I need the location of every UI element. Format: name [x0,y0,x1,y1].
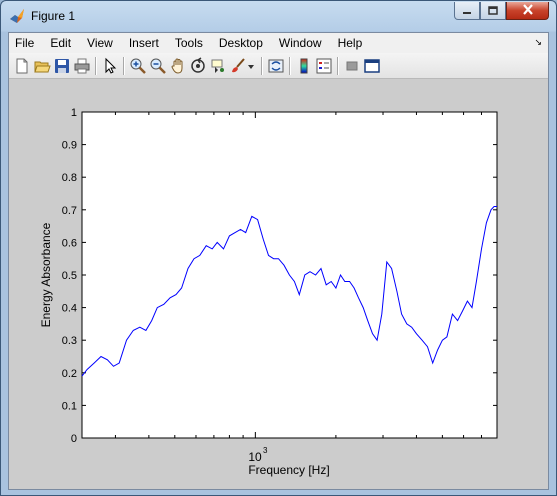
figure-client: File Edit View Insert Tools Desktop Wind… [8,32,549,490]
hide-plot-tools-icon[interactable] [343,57,361,75]
close-icon [522,2,534,20]
y-tick-label: 0.4 [62,303,77,315]
y-tick-label: 1 [71,107,77,119]
figure-canvas: 0 0.1 0.2 0.3 0.4 0.5 0.6 0.7 0.8 0.9 1 10 3 Frequ… [9,79,548,489]
x-tick-label-major: 10 3 [248,446,268,464]
matlab-icon [9,8,25,24]
open-file-icon[interactable] [33,57,51,75]
maximize-icon [488,2,498,20]
zoom-out-icon[interactable] [149,57,167,75]
menu-tools[interactable]: Tools [167,36,211,50]
y-tick-label: 0.6 [62,237,77,249]
y-tick-label: 0.2 [62,368,77,380]
edit-plot-icon[interactable] [101,57,119,75]
y-tick-label: 0.8 [62,172,77,184]
minimize-icon [462,2,472,20]
chevron-icon[interactable]: ↘ [534,37,542,48]
pan-icon[interactable] [169,57,187,75]
colorbar-icon[interactable] [295,57,313,75]
y-tick-label: 0.9 [62,140,77,152]
menu-file[interactable]: File [9,36,42,50]
menu-window[interactable]: Window [271,36,330,50]
x-tick-label-exponent: 3 [263,446,268,455]
legend-icon[interactable] [315,57,333,75]
minimize-button[interactable] [454,2,480,20]
menu-view[interactable]: View [79,36,121,50]
y-tick-label: 0.7 [62,205,77,217]
title-bar[interactable]: Figure 1 [1,1,556,32]
brush-icon[interactable] [229,57,247,75]
y-tick-label: 0.3 [62,335,77,347]
close-button[interactable] [506,2,549,20]
menu-edit[interactable]: Edit [42,36,79,50]
figure-toolbar [9,53,548,79]
link-plot-icon[interactable] [267,57,285,75]
menu-help[interactable]: Help [330,36,371,50]
new-figure-icon[interactable] [13,57,31,75]
x-tick-label-base: 10 [248,450,262,464]
print-icon[interactable] [73,57,91,75]
menu-desktop[interactable]: Desktop [211,36,271,50]
y-axis-label: Energy Absorbance [39,222,53,327]
y-tick-label: 0.5 [62,270,77,282]
y-tick-label: 0.1 [62,400,77,412]
menu-insert[interactable]: Insert [121,36,167,50]
window-title: Figure 1 [31,9,76,23]
data-cursor-icon[interactable] [209,57,227,75]
plot-svg: 0 0.1 0.2 0.3 0.4 0.5 0.6 0.7 0.8 0.9 1 10 3 Frequ… [39,107,498,477]
menu-bar: File Edit View Insert Tools Desktop Wind… [9,33,548,53]
maximize-button[interactable] [480,2,506,20]
show-plot-tools-icon[interactable] [363,57,381,75]
save-icon[interactable] [53,57,71,75]
figure-window: Figure 1 File Edit View Insert Tools Des… [0,0,557,496]
x-axis-label: Frequency [Hz] [248,463,329,477]
brush-dropdown-icon[interactable] [247,57,255,75]
zoom-in-icon[interactable] [129,57,147,75]
rotate-3d-icon[interactable] [189,57,207,75]
y-tick-label: 0 [71,433,77,445]
